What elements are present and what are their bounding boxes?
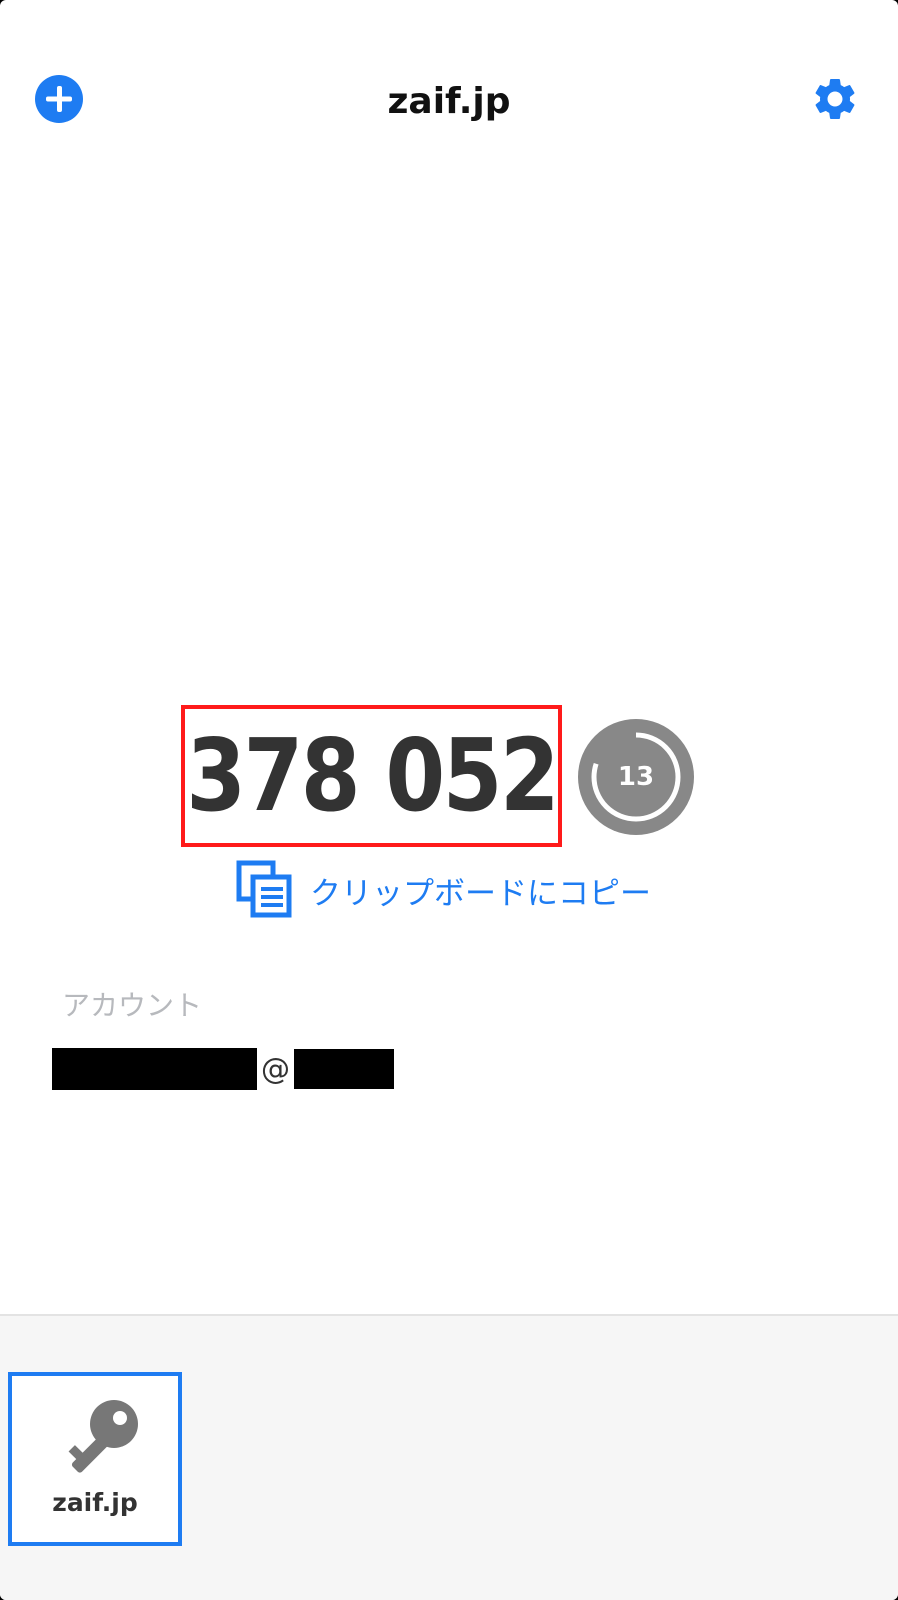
service-tile-label: zaif.jp [52, 1488, 138, 1517]
service-tile-zaif[interactable]: zaif.jp [8, 1372, 182, 1546]
redacted-username [52, 1048, 257, 1090]
clipboard-copy-icon [236, 860, 292, 918]
gear-icon [815, 78, 855, 119]
at-sign: @ [261, 1052, 290, 1086]
settings-button[interactable] [810, 74, 860, 124]
countdown-timer: 13 [578, 719, 694, 835]
otp-code-highlight: 378 052 [181, 705, 562, 847]
copy-label: クリップボードにコピー [310, 875, 651, 911]
redacted-domain [294, 1049, 394, 1089]
app-screen: zaif.jp 378 052 13 クリップボードにコピー アカウント @ z… [0, 0, 898, 1600]
account-label: アカウント [62, 989, 203, 1022]
account-email: @ [52, 1048, 394, 1090]
otp-code[interactable]: 378 052 [186, 726, 559, 826]
key-icon [68, 1400, 138, 1473]
page-title: zaif.jp [387, 81, 511, 122]
copy-to-clipboard-button[interactable]: クリップボードにコピー [236, 860, 651, 920]
countdown-seconds: 13 [617, 762, 655, 792]
